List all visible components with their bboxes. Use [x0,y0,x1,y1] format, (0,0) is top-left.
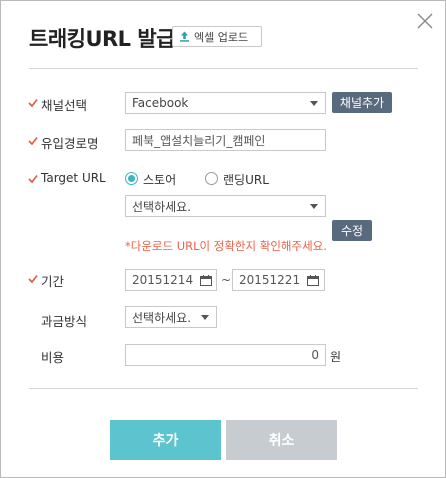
excel-upload-button[interactable]: 엑셀 업로드 [172,26,262,47]
radio-store[interactable] [125,172,138,185]
tracking-url-dialog: 트래킹URL 발급 엑셀 업로드 채널선택 Facebook 채널추가 유입경로… [0,0,446,478]
billing-label: 과금방식 [41,314,88,329]
billing-select[interactable]: 선택하세요. [125,306,217,328]
billing-select-value: 선택하세요. [132,310,192,325]
inflow-name-input[interactable]: 페북_앱설치늘리기_캠페인 [125,129,326,151]
cost-unit: 원 [330,350,342,364]
chevron-down-icon [201,315,209,320]
excel-upload-label: 엑셀 업로드 [194,30,249,44]
add-channel-button[interactable]: 채널추가 [332,92,392,113]
calendar-icon[interactable] [200,275,212,286]
required-check-icon [28,275,38,284]
end-date-value: 20151221 [239,273,301,287]
date-range-separator: ~ [221,273,232,287]
cost-input[interactable]: 0 [125,344,326,366]
cost-value: 0 [311,348,319,362]
top-divider [29,68,418,69]
cost-label: 비용 [41,350,65,365]
edit-button[interactable]: 수정 [332,220,372,241]
radio-store-label: 스토어 [143,173,177,187]
target-url-select[interactable]: 선택하세요. [125,195,326,217]
required-check-icon [28,99,38,108]
period-label: 기간 [41,274,65,289]
channel-select[interactable]: Facebook [125,92,326,114]
calendar-icon[interactable] [307,275,319,286]
bottom-divider [29,388,418,389]
channel-label: 채널선택 [41,98,88,113]
add-button[interactable]: 추가 [110,420,221,460]
chevron-down-icon [310,204,318,209]
radio-landing-url-label: 랜딩URL [223,173,269,187]
channel-select-value: Facebook [132,96,189,110]
close-icon[interactable] [415,11,435,31]
required-check-icon [28,137,38,146]
chevron-down-icon [310,101,318,106]
inflow-name-label: 유입경로명 [41,136,99,151]
download-url-warning: *다운로드 URL이 정확한지 확인해주세요. [125,239,327,253]
radio-landing-url[interactable] [205,172,218,185]
dialog-title: 트래킹URL 발급 [29,27,176,51]
required-check-icon [28,175,38,184]
cancel-button[interactable]: 취소 [226,420,337,460]
target-url-select-value: 선택하세요. [132,199,192,214]
target-url-label: Target URL [41,171,106,185]
start-date-value: 20151214 [132,273,194,287]
upload-icon [180,31,189,42]
